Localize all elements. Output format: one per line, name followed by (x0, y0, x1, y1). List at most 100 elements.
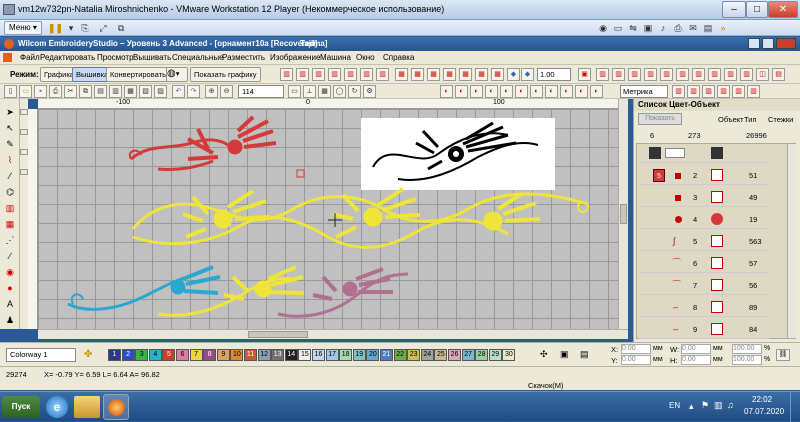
list-item[interactable]: 3 49 (639, 188, 769, 207)
stitch-tool-icon[interactable]: ▥ (708, 68, 721, 81)
list-item[interactable] (639, 144, 769, 163)
stitch-icon[interactable]: ◐ (560, 85, 573, 98)
show-desktop-button[interactable] (790, 392, 800, 422)
panel-scrollbar[interactable] (787, 144, 796, 338)
column-icon[interactable]: ▥ (3, 201, 17, 215)
color-swatch[interactable]: 7 (189, 349, 203, 361)
network-icon[interactable]: ▣ (641, 22, 655, 34)
list-item[interactable]: – 9 84 (639, 320, 769, 339)
tool-icon[interactable] (20, 109, 28, 115)
list-item[interactable]: ∫ 5 563 (639, 232, 769, 251)
settings-icon[interactable]: ⚙ (363, 85, 376, 98)
units-select[interactable]: Метрика (620, 85, 668, 98)
stitch-icon[interactable]: ◐ (575, 85, 588, 98)
undo-icon[interactable]: ↶ (172, 85, 185, 98)
stitch-icon[interactable]: ◐ (530, 85, 543, 98)
tool-icon[interactable]: ▥ (702, 85, 715, 98)
fill-icon[interactable]: ▦ (491, 68, 504, 81)
color-swatch[interactable]: 24 (420, 349, 434, 361)
start-button[interactable]: Пуск (2, 396, 40, 418)
internet-explorer-icon[interactable]: e (46, 396, 68, 418)
reshape-icon[interactable]: ↖ (3, 121, 17, 135)
menu-image[interactable]: Изображение (270, 53, 320, 62)
stitch-icon[interactable]: ◐ (500, 85, 513, 98)
sound-icon[interactable]: ♪ (656, 22, 670, 34)
printer-icon[interactable]: ⎙ (671, 22, 685, 34)
list-item[interactable]: 4 19 (639, 210, 769, 229)
fullscreen-icon[interactable]: ⤢ (96, 22, 110, 34)
color-swatch[interactable]: 20 (366, 349, 380, 361)
shape-icon[interactable]: ◆ (507, 68, 520, 81)
color-swatch[interactable]: 25 (434, 349, 448, 361)
fill-icon[interactable]: ▦ (475, 68, 488, 81)
select-arrow-icon[interactable]: ➤ (3, 105, 17, 119)
list-item[interactable]: 5 2 51 (639, 166, 769, 185)
tray-flag-icon[interactable]: ⚑ (701, 400, 709, 411)
fill-icon[interactable]: ▦ (459, 68, 472, 81)
stitch-type-icon[interactable]: ▥ (328, 68, 341, 81)
scroll-thumb[interactable] (248, 331, 308, 338)
zoom-out-icon[interactable]: ⊖ (220, 85, 233, 98)
convert-button[interactable]: Конвертировать (106, 67, 170, 82)
color-swatch[interactable]: 9 (216, 349, 230, 361)
pencil-icon[interactable]: ✎ (3, 137, 17, 151)
message-icon[interactable]: ✉ (686, 22, 700, 34)
paste-icon[interactable]: ▤ (94, 85, 107, 98)
color-swatch[interactable]: 16 (312, 349, 325, 361)
stitch-icon[interactable]: ◐ (590, 85, 603, 98)
view-icon[interactable]: ▤ (772, 68, 785, 81)
clock-date[interactable]: 07.07.2020 (744, 407, 784, 416)
print-icon[interactable]: ⎙ (49, 85, 62, 98)
color-swatch[interactable]: 3 (135, 349, 149, 361)
fill-icon[interactable]: ▦ (427, 68, 440, 81)
unity-icon[interactable]: ⧉ (114, 22, 128, 34)
tray-up-icon[interactable]: ▴ (689, 401, 694, 412)
ungroup-icon[interactable]: ▧ (139, 85, 152, 98)
language-indicator[interactable]: EN (669, 401, 680, 410)
redo-icon[interactable]: ↷ (187, 85, 200, 98)
tool-icon[interactable] (20, 169, 28, 175)
menu-arrange[interactable]: Разместить (222, 53, 265, 62)
color-swatch[interactable]: 23 (407, 349, 421, 361)
new-file-icon[interactable]: ▯ (4, 85, 17, 98)
vm-restore-button[interactable]: □ (746, 1, 768, 18)
panel-show-button[interactable]: Показать (638, 113, 682, 125)
menu-machine[interactable]: Машина (320, 53, 351, 62)
list-item[interactable]: ⁀ 7 56 (639, 276, 769, 295)
cd-icon[interactable]: ◉ (596, 22, 610, 34)
color-swatch[interactable]: 1 (108, 349, 121, 361)
stitch-edit-icon[interactable]: ⌇ (3, 153, 17, 167)
lock-icon[interactable]: ▣ (578, 68, 591, 81)
shape-icon[interactable]: ◆ (521, 68, 534, 81)
menu-window[interactable]: Окно (356, 53, 375, 62)
horizontal-scrollbar[interactable] (38, 329, 628, 339)
vertical-scrollbar[interactable] (618, 99, 628, 329)
color-swatch[interactable]: 19 (352, 349, 366, 361)
hoop-icon[interactable]: ◯ (333, 85, 346, 98)
knife-icon[interactable]: ⁄ (3, 169, 17, 183)
zoom-percent-field[interactable]: 114 (238, 85, 284, 98)
lock-object-icon[interactable]: ▨ (154, 85, 167, 98)
fill-tool-icon[interactable]: ▦ (3, 217, 17, 231)
list-item[interactable]: ⁀ 6 57 (639, 254, 769, 273)
pause-icon[interactable]: ❚❚ (48, 22, 63, 34)
circle-icon[interactable]: ● (3, 281, 17, 295)
stitch-tool-icon[interactable]: ▥ (676, 68, 689, 81)
tool-icon[interactable] (20, 149, 28, 155)
color-swatch[interactable]: 27 (461, 349, 475, 361)
color-swatch[interactable]: 8 (203, 349, 217, 361)
group-icon[interactable]: ▦ (124, 85, 137, 98)
display-icon[interactable]: ▤ (701, 22, 715, 34)
color-swatch[interactable]: 22 (393, 349, 407, 361)
color-swatch[interactable]: 29 (488, 349, 502, 361)
app-close-button[interactable] (776, 38, 796, 49)
3d-view-icon[interactable]: ◫ (756, 68, 769, 81)
measure-icon[interactable]: ⟂ (303, 85, 316, 98)
copy-icon[interactable]: ⧉ (79, 85, 92, 98)
menu-file[interactable]: Файл (20, 53, 40, 62)
stitch-tool-icon[interactable]: ▥ (612, 68, 625, 81)
color-swatch[interactable]: 11 (244, 349, 257, 361)
stitch-type-icon[interactable]: ▥ (344, 68, 357, 81)
tool-icon[interactable]: ▥ (732, 85, 745, 98)
show-graphic-button[interactable]: Показать графику (190, 67, 261, 82)
